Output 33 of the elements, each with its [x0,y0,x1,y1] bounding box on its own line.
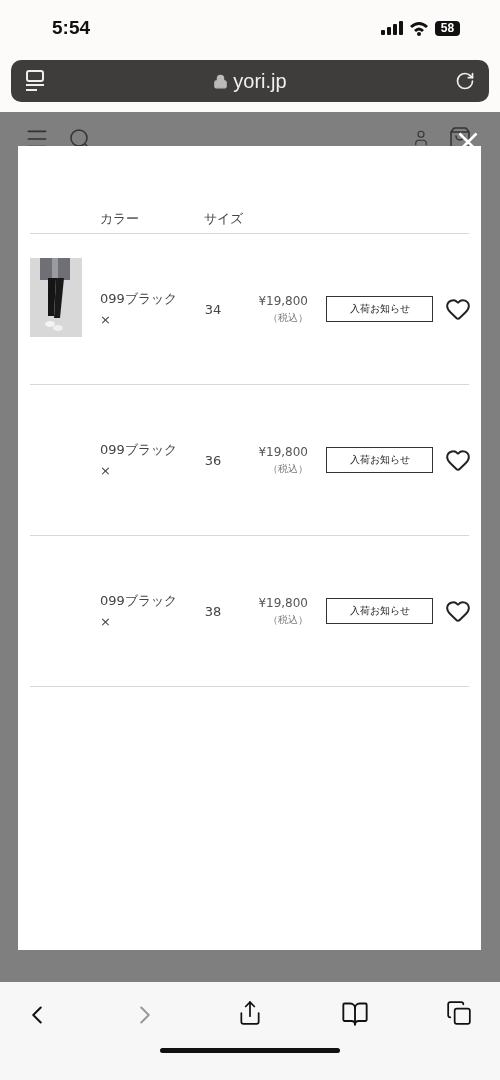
notify-button[interactable]: 入荷お知らせ [326,598,433,624]
size-text: 34 [203,301,223,317]
price-text: ¥19,800 [258,444,308,459]
url-text: yori.jp [233,69,287,93]
notify-button[interactable]: 入荷お知らせ [326,447,433,473]
size-text: 36 [203,452,223,468]
signal-icon [381,21,403,35]
price-text: ¥19,800 [258,293,308,308]
share-icon[interactable] [237,1000,263,1026]
tax-note: （税込） [268,461,308,476]
wifi-icon [409,20,429,36]
status-time: 5:54 [52,17,91,39]
battery-indicator: 58 [435,20,460,36]
reader-icon[interactable] [25,70,45,92]
column-header: サイズ [204,210,244,228]
tax-note: （税込） [268,310,308,325]
favorite-button[interactable] [445,447,471,473]
column-header: カラー [100,210,140,228]
user-icon[interactable] [412,129,430,147]
tax-note: （税込） [268,612,308,627]
price-text: ¥19,800 [258,595,308,610]
color-text: 099ブラック × [100,592,178,631]
reload-icon[interactable] [455,71,475,91]
color-text: 099ブラック × [100,290,178,329]
book-icon[interactable] [340,1000,369,1028]
favorite-button[interactable] [445,296,471,322]
color-text: 099ブラック × [100,441,178,480]
notify-button[interactable]: 入荷お知らせ [326,296,433,322]
size-text: 38 [203,603,223,619]
address-bar[interactable]: yori.jp [11,60,489,102]
tabs-icon[interactable] [446,1000,472,1026]
lock-icon [213,73,229,89]
favorite-button[interactable] [445,598,471,624]
